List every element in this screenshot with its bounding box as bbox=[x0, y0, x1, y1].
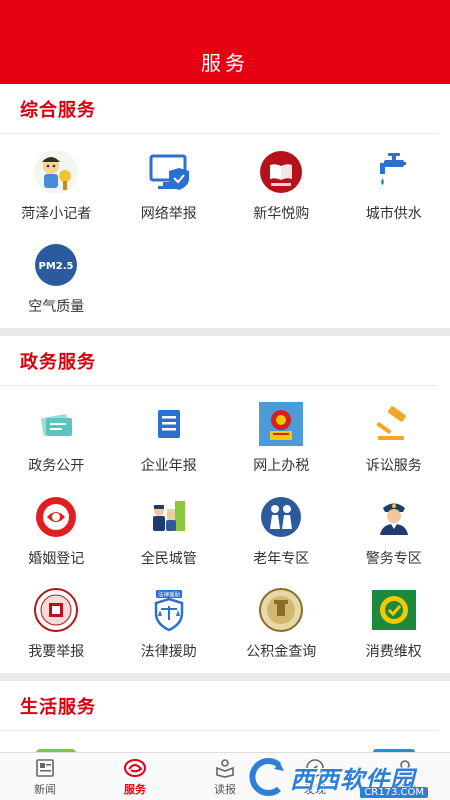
section-government-services: 政务服务 政务公开 企业年报 网上办税 诉讼服务 婚姻登记 全民城管 老年专区 … bbox=[0, 336, 450, 673]
tab-label: 读报 bbox=[214, 782, 236, 796]
service-item-consumer-rights[interactable]: 消费维权 bbox=[338, 580, 450, 673]
service-item-little-reporter[interactable]: 菏泽小记者 bbox=[0, 142, 113, 235]
newspaper-icon bbox=[36, 758, 54, 777]
service-label: 空气质量 bbox=[28, 299, 85, 315]
service-item-weather[interactable] bbox=[225, 739, 338, 752]
app-header: 服务 bbox=[0, 0, 450, 84]
tax-emblem-icon bbox=[257, 400, 305, 448]
service-item-report[interactable]: 我要举报 bbox=[0, 580, 113, 673]
section-general-services: 综合服务 菏泽小记者 网络举报 新华悦购 城市供水 PM2.5 空气质量 bbox=[0, 84, 450, 328]
service-label: 消费维权 bbox=[365, 644, 422, 660]
service-item-air-quality[interactable]: PM2.5 空气质量 bbox=[0, 235, 113, 328]
service-item-xinhua-shop[interactable]: 新华悦购 bbox=[225, 142, 338, 235]
tab-label: 服务 bbox=[124, 782, 146, 796]
service-content[interactable]: 综合服务 菏泽小记者 网络举报 新华悦购 城市供水 PM2.5 空气质量 政务服… bbox=[0, 84, 450, 752]
service-item-online-report[interactable]: 网络举报 bbox=[113, 142, 226, 235]
section-divider bbox=[0, 673, 450, 681]
airplane-icon bbox=[370, 745, 418, 752]
service-label: 我要举报 bbox=[28, 644, 85, 660]
service-item-police[interactable]: 警务专区 bbox=[338, 487, 450, 580]
watermark-logo-icon bbox=[249, 758, 284, 796]
water-faucet-icon bbox=[370, 148, 418, 196]
housing-fund-coin-icon bbox=[257, 586, 305, 634]
service-item-legal-aid[interactable]: 法律援助 法律援助 bbox=[113, 580, 226, 673]
gavel-icon bbox=[370, 400, 418, 448]
pm25-badge-text: PM2.5 bbox=[39, 261, 74, 272]
service-label: 政务公开 bbox=[28, 458, 85, 474]
report-seal-icon bbox=[32, 586, 80, 634]
xinhua-book-icon bbox=[257, 148, 305, 196]
service-label: 菏泽小记者 bbox=[21, 206, 92, 222]
service-label: 网络举报 bbox=[140, 206, 197, 222]
service-item-litigation[interactable]: 诉讼服务 bbox=[338, 394, 450, 487]
kid-reporter-icon bbox=[32, 148, 80, 196]
tab-news[interactable]: 新闻 bbox=[0, 753, 90, 800]
service-item-elderly[interactable]: 老年专区 bbox=[225, 487, 338, 580]
consumer-rights-icon bbox=[370, 586, 418, 634]
service-label: 警务专区 bbox=[365, 551, 422, 567]
weather-sun-cloud-icon bbox=[257, 745, 305, 752]
service-label: 城市供水 bbox=[365, 206, 422, 222]
section-title: 综合服务 bbox=[0, 84, 438, 134]
pm25-icon: PM2.5 bbox=[32, 241, 80, 289]
service-item-water-fee[interactable]: ¥ bbox=[113, 739, 226, 752]
service-label: 网上办税 bbox=[253, 458, 310, 474]
service-item-city-management[interactable]: 全民城管 bbox=[113, 487, 226, 580]
service-item-annual-report[interactable]: 企业年报 bbox=[113, 394, 226, 487]
legal-aid-badge-text: 法律援助 bbox=[158, 591, 181, 599]
service-label: 法律援助 bbox=[140, 644, 197, 660]
service-label: 老年专区 bbox=[253, 551, 310, 567]
tab-label: 新闻 bbox=[34, 782, 56, 796]
section-divider bbox=[0, 328, 450, 336]
service-label: 新华悦购 bbox=[253, 206, 310, 222]
service-label: 企业年报 bbox=[140, 458, 197, 474]
phone-payment-icon: ¥ bbox=[32, 745, 80, 752]
service-item-flight[interactable] bbox=[338, 739, 450, 752]
section-title: 政务服务 bbox=[0, 336, 438, 386]
service-item-housing-fund[interactable]: 公积金查询 bbox=[225, 580, 338, 673]
service-item-gov-affairs[interactable]: 政务公开 bbox=[0, 394, 113, 487]
service-item-marriage[interactable]: 婚姻登记 bbox=[0, 487, 113, 580]
watermark-subtext: CR173.COM bbox=[360, 787, 428, 798]
service-label: 诉讼服务 bbox=[365, 458, 422, 474]
elderly-couple-icon bbox=[257, 493, 305, 541]
service-label: 婚姻登记 bbox=[28, 551, 85, 567]
service-label: 全民城管 bbox=[140, 551, 197, 567]
service-item-online-tax[interactable]: 网上办税 bbox=[225, 394, 338, 487]
report-document-icon bbox=[145, 400, 193, 448]
police-officer-icon bbox=[370, 493, 418, 541]
section-life-services: 生活服务 ¥ ¥ bbox=[0, 681, 450, 752]
service-label: 公积金查询 bbox=[246, 644, 317, 660]
tab-service[interactable]: 服务 bbox=[90, 753, 180, 800]
legal-aid-shield-icon: 法律援助 bbox=[145, 586, 193, 634]
service-item-phone-payment[interactable]: ¥ bbox=[0, 739, 113, 752]
service-swirl-icon bbox=[124, 758, 146, 777]
section-title: 生活服务 bbox=[0, 681, 438, 731]
page-title: 服务 bbox=[201, 51, 249, 75]
reading-person-icon bbox=[216, 758, 234, 778]
site-watermark: 西西软件园 CR173.COM bbox=[246, 754, 436, 800]
water-fee-drop-icon: ¥ bbox=[145, 745, 193, 752]
documents-icon bbox=[32, 400, 80, 448]
city-officers-icon bbox=[145, 493, 193, 541]
monitor-shield-icon bbox=[145, 148, 193, 196]
service-item-city-water[interactable]: 城市供水 bbox=[338, 142, 450, 235]
marriage-emblem-icon bbox=[32, 493, 80, 541]
